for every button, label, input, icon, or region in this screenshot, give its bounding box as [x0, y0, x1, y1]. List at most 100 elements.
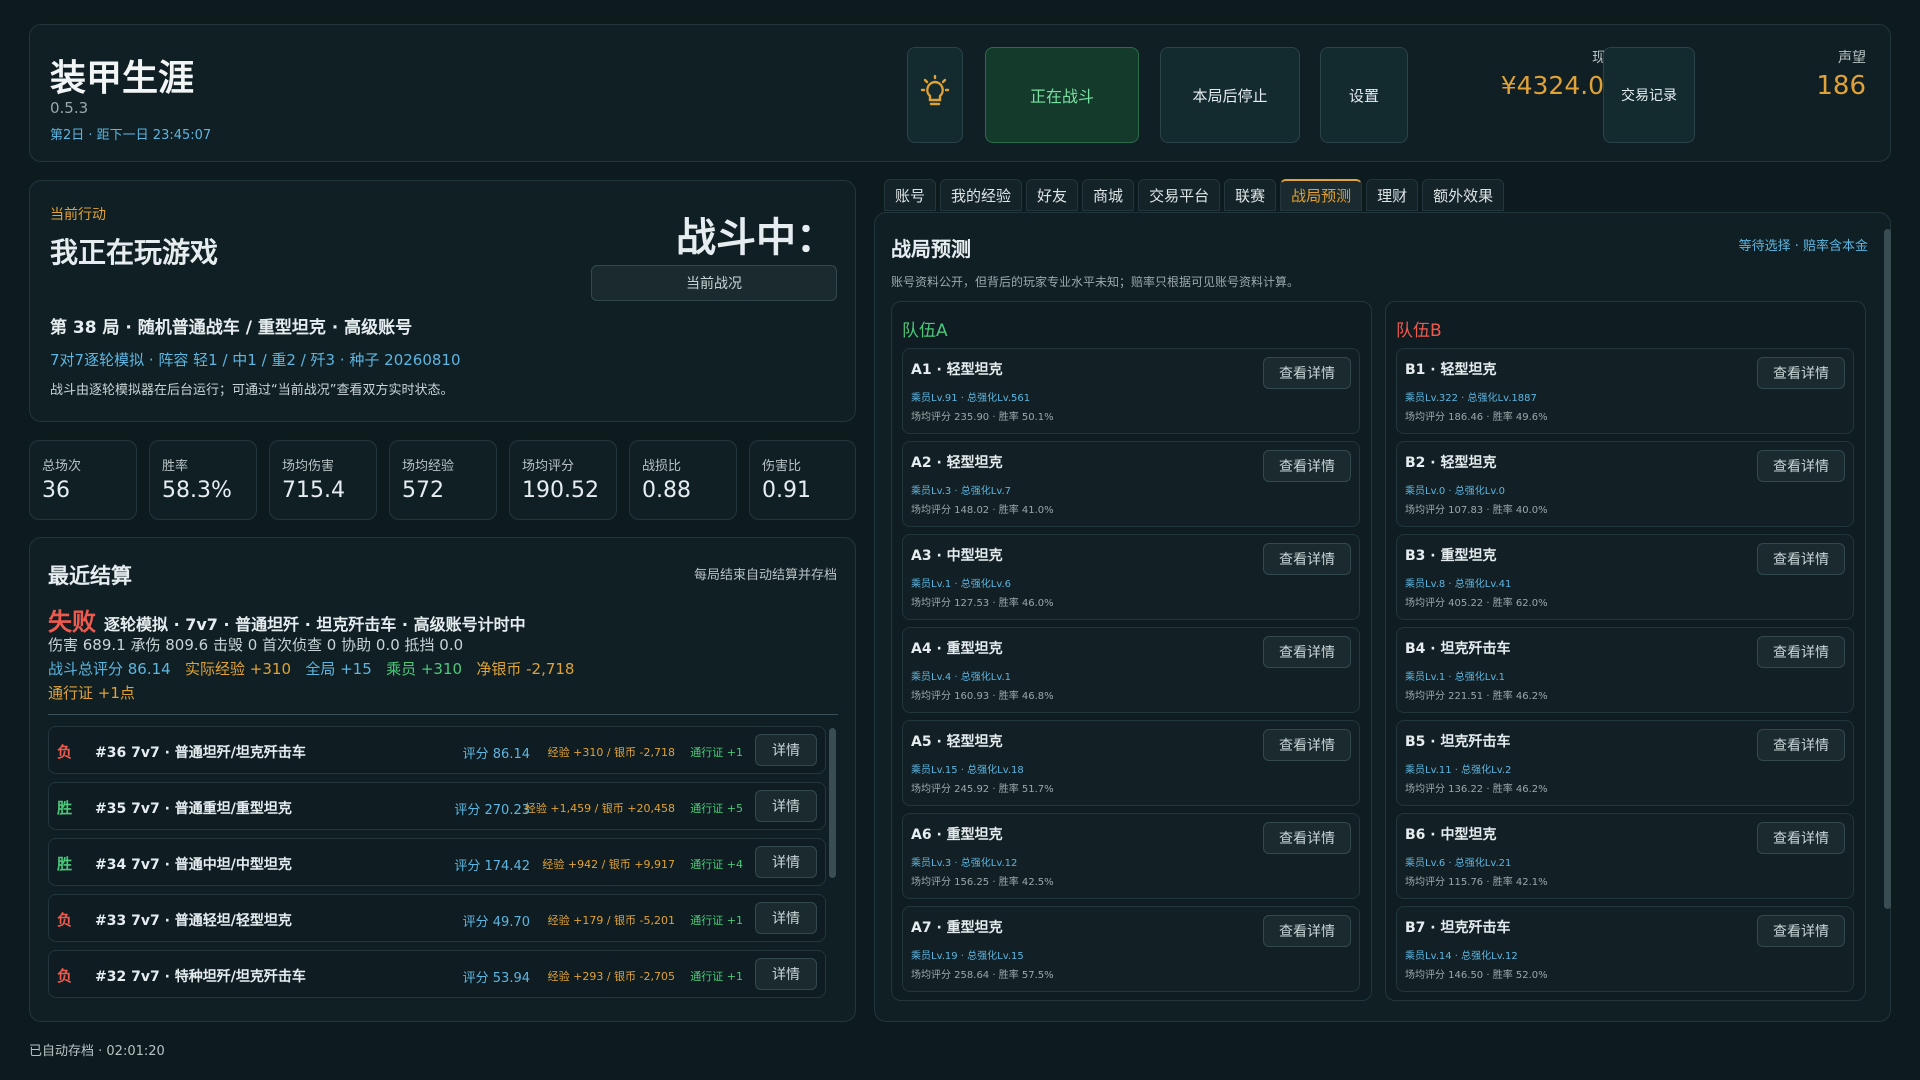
player-crew: 乘员Lv.11 · 总强化Lv.2 [1405, 765, 1512, 776]
last-result-header: 失败 逐轮模拟 · 7v7 · 普通坦歼 · 坦克歼击车 · 高级账号计时中 [48, 602, 526, 637]
view-detail-button[interactable]: 查看详情 [1263, 915, 1351, 947]
action-title: 我正在玩游戏 [50, 236, 219, 269]
view-detail-button[interactable]: 查看详情 [1263, 729, 1351, 761]
player-stats: 场均评分 127.53 · 胜率 46.0% [911, 598, 1054, 609]
row-exp: 经验 +942 / 银币 +9,917 [542, 858, 675, 871]
player-crew: 乘员Lv.3 · 总强化Lv.12 [911, 858, 1018, 869]
player-name: B7 · 坦克歼击车 [1405, 920, 1511, 936]
tab-account[interactable]: 账号 [884, 179, 937, 211]
tab-prediction[interactable]: 战局预测 [1280, 179, 1363, 211]
view-detail-button[interactable]: 查看详情 [1263, 822, 1351, 854]
top-bar: 装甲生涯 0.5.3 第2日 · 距下一日 23:45:07 正在战斗 本局后停… [29, 24, 1891, 162]
tab-friends[interactable]: 好友 [1026, 179, 1079, 211]
result-desc: 逐轮模拟 · 7v7 · 普通坦歼 · 坦克歼击车 · 高级账号计时中 [104, 615, 526, 634]
pass-reward: 通行证 +1点 [48, 684, 135, 702]
player-stats: 场均评分 221.51 · 胜率 46.2% [1405, 691, 1548, 702]
player-stats: 场均评分 405.22 · 胜率 62.0% [1405, 598, 1548, 609]
row-detail-button[interactable]: 详情 [755, 958, 817, 990]
divider [48, 714, 838, 715]
row-result: 负 [57, 743, 73, 761]
day-countdown: 第2日 · 距下一日 23:45:07 [50, 128, 212, 143]
view-detail-button[interactable]: 查看详情 [1757, 636, 1845, 668]
player-name: A5 · 轻型坦克 [911, 734, 1003, 750]
row-detail-button[interactable]: 详情 [755, 846, 817, 878]
tab-finance[interactable]: 理财 [1366, 179, 1419, 211]
view-detail-button[interactable]: 查看详情 [1757, 729, 1845, 761]
player-card: A5 · 轻型坦克 乘员Lv.15 · 总强化Lv.18 场均评分 245.92… [902, 720, 1360, 806]
player-stats: 场均评分 186.46 · 胜率 49.6% [1405, 412, 1548, 423]
tab-shop[interactable]: 商城 [1082, 179, 1135, 211]
view-detail-button[interactable]: 查看详情 [1757, 822, 1845, 854]
player-crew: 乘员Lv.6 · 总强化Lv.21 [1405, 858, 1512, 869]
tab-extra-effects[interactable]: 额外效果 [1422, 179, 1505, 211]
player-stats: 场均评分 146.50 · 胜率 52.0% [1405, 970, 1548, 981]
stat-label: 战损比 [642, 459, 682, 474]
current-battle-status-button[interactable]: 当前战况 [591, 265, 837, 301]
match-note: 战斗由逐轮模拟器在后台运行；可通过“当前战况”查看双方实时状态。 [50, 383, 454, 398]
tab-league[interactable]: 联赛 [1224, 179, 1277, 211]
prediction-scrollbar[interactable] [1884, 229, 1891, 909]
player-stats: 场均评分 245.92 · 胜率 51.7% [911, 784, 1054, 795]
player-name: A2 · 轻型坦克 [911, 455, 1003, 471]
app-title: 装甲生涯 [50, 58, 195, 99]
player-card: A4 · 重型坦克 乘员Lv.4 · 总强化Lv.1 场均评分 160.93 ·… [902, 627, 1360, 713]
view-detail-button[interactable]: 查看详情 [1757, 915, 1845, 947]
row-result: 胜 [57, 855, 73, 873]
stat-label: 场均经验 [402, 459, 455, 474]
row-pass: 通行证 +1 [690, 914, 743, 927]
result-status: 失败 [48, 608, 96, 636]
player-name: B1 · 轻型坦克 [1405, 362, 1497, 378]
row-detail-button[interactable]: 详情 [755, 734, 817, 766]
hint-button[interactable] [907, 47, 963, 143]
row-pass: 通行证 +5 [690, 802, 743, 815]
player-card: A6 · 重型坦克 乘员Lv.3 · 总强化Lv.12 场均评分 156.25 … [902, 813, 1360, 899]
settings-button[interactable]: 设置 [1320, 47, 1408, 143]
view-detail-button[interactable]: 查看详情 [1263, 543, 1351, 575]
view-detail-button[interactable]: 查看详情 [1757, 357, 1845, 389]
row-detail-button[interactable]: 详情 [755, 902, 817, 934]
player-name: A1 · 轻型坦克 [911, 362, 1003, 378]
stat-value: 0.91 [762, 478, 811, 503]
view-detail-button[interactable]: 查看详情 [1263, 357, 1351, 389]
tab-trading[interactable]: 交易平台 [1138, 179, 1221, 211]
player-stats: 场均评分 136.22 · 胜率 46.2% [1405, 784, 1548, 795]
prediction-note: 账号资料公开，但背后的玩家专业水平未知；赔率只根据可见账号资料计算。 [891, 275, 1300, 289]
history-row: 胜 #34 7v7 · 普通中坦/中型坦克 评分 174.42 经验 +942 … [48, 838, 826, 886]
trade-history-button[interactable]: 交易记录 [1603, 47, 1695, 143]
row-score: 评分 49.70 [462, 915, 530, 930]
player-card: B4 · 坦克歼击车 乘员Lv.1 · 总强化Lv.1 场均评分 221.51 … [1396, 627, 1854, 713]
stat-label: 总场次 [42, 459, 82, 474]
player-crew: 乘员Lv.1 · 总强化Lv.6 [911, 579, 1012, 590]
player-crew: 乘员Lv.0 · 总强化Lv.0 [1405, 486, 1506, 497]
view-detail-button[interactable]: 查看详情 [1757, 543, 1845, 575]
player-stats: 场均评分 115.76 · 胜率 42.1% [1405, 877, 1548, 888]
player-name: B5 · 坦克歼击车 [1405, 734, 1511, 750]
view-detail-button[interactable]: 查看详情 [1263, 450, 1351, 482]
view-detail-button[interactable]: 查看详情 [1757, 450, 1845, 482]
player-name: B6 · 中型坦克 [1405, 827, 1497, 843]
tab-my-exp[interactable]: 我的经验 [940, 179, 1023, 211]
player-stats: 场均评分 107.83 · 胜率 40.0% [1405, 505, 1548, 516]
stat-card-score: 场均评分 190.52 [509, 440, 617, 520]
battle-score: 战斗总评分 86.14 [48, 660, 171, 678]
team-a-name: 队伍A [902, 321, 948, 341]
stop-after-round-button[interactable]: 本局后停止 [1160, 47, 1300, 143]
row-detail-button[interactable]: 详情 [755, 790, 817, 822]
fighting-button[interactable]: 正在战斗 [985, 47, 1139, 143]
stat-label: 伤害比 [762, 459, 802, 474]
recent-settlement-panel: 最近结算 每局结束自动结算并存档 失败 逐轮模拟 · 7v7 · 普通坦歼 · 坦… [29, 537, 856, 1022]
stat-card-winrate: 胜率 58.3% [149, 440, 257, 520]
stat-card-kd: 战损比 0.88 [629, 440, 737, 520]
row-exp: 经验 +179 / 银币 -5,201 [547, 914, 675, 927]
match-config: 7对7逐轮模拟 · 阵容 轻1 / 中1 / 重2 / 歼3 · 种子 2026… [50, 351, 461, 369]
team-b-name: 队伍B [1396, 321, 1442, 341]
player-card: B5 · 坦克歼击车 乘员Lv.11 · 总强化Lv.2 场均评分 136.22… [1396, 720, 1854, 806]
reputation-label: 声望 [1838, 50, 1866, 66]
player-stats: 场均评分 148.02 · 胜率 41.0% [911, 505, 1054, 516]
player-crew: 乘员Lv.322 · 总强化Lv.1887 [1405, 393, 1537, 404]
history-row: 负 #36 7v7 · 普通坦歼/坦克歼击车 评分 86.14 经验 +310 … [48, 726, 826, 774]
history-scrollbar[interactable] [829, 728, 836, 878]
view-detail-button[interactable]: 查看详情 [1263, 636, 1351, 668]
history-row: 负 #33 7v7 · 普通轻坦/轻型坦克 评分 49.70 经验 +179 /… [48, 894, 826, 942]
result-rewards: 战斗总评分 86.14 实际经验 +310 全局 +15 乘员 +310 净银币… [48, 658, 574, 679]
